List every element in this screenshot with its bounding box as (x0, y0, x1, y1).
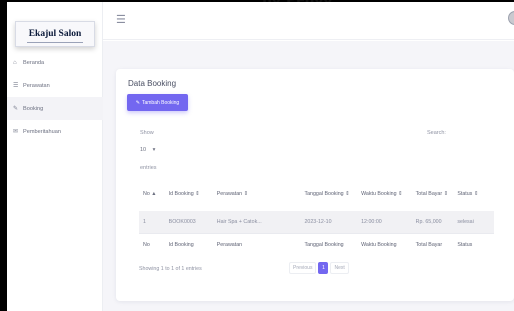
table-row[interactable]: 1 BOOK0003 Hair Spa + Catok... 2023-12-1… (139, 211, 494, 233)
sidebar-item-pemberitahuan[interactable]: ✉ Pemberitahuan (7, 120, 103, 143)
sidebar-item-label: Perawatan (23, 82, 50, 89)
pen-icon: ✎ (13, 106, 19, 112)
sidebar-item-perawatan[interactable]: ☰ Perawatan (7, 74, 103, 97)
entries-length-value: 10 (140, 147, 147, 153)
pagination: Previous 1 Next (289, 262, 349, 274)
add-booking-button[interactable]: ✎ Tambah Booking (127, 94, 188, 111)
table-info: Showing 1 to 1 of 1 entries (139, 266, 202, 272)
previous-page-button[interactable]: Previous (289, 262, 317, 274)
next-page-button[interactable]: Next (330, 262, 349, 274)
list-icon: ☰ (13, 83, 19, 89)
footer-total-bayar: Total Bayar (411, 232, 454, 257)
cell-id-booking: BOOK0003 (164, 211, 213, 233)
footer-waktu-booking: Waktu Booking (357, 232, 412, 257)
sidebar-item-label: Beranda (23, 59, 45, 66)
footer-status: Status (453, 232, 494, 257)
topbar: ☰ (103, 2, 514, 40)
add-booking-label: Tambah Booking (141, 99, 180, 106)
cell-perawatan: Hair Spa + Catok... (212, 211, 301, 233)
footer-tanggal-booking: Tanggal Booking (300, 232, 358, 257)
sidebar-item-beranda[interactable]: ⌂ Beranda (7, 51, 103, 74)
menu-icon[interactable]: ☰ (116, 13, 126, 26)
search-label: Search: (427, 130, 446, 136)
column-header-tanggal-booking[interactable]: Tanggal Booking ⇕ (300, 177, 357, 211)
page-title: Data Booking (128, 79, 177, 88)
footer-id-booking: Id Booking (164, 232, 213, 257)
pen-icon: ✎ (135, 99, 140, 106)
column-header-status[interactable]: Status ⇕ (453, 177, 494, 211)
cell-no: 1 (139, 211, 165, 233)
cell-status: selesai (453, 211, 494, 233)
footer-perawatan: Perawatan (212, 232, 301, 257)
window-frame-left (0, 0, 7, 311)
table-footer-row: No Id Booking Perawatan Tanggal Booking … (139, 232, 494, 257)
page-1-button[interactable]: 1 (318, 262, 329, 274)
entries-label: entries (140, 165, 157, 171)
column-header-id-booking[interactable]: Id Booking ⇕ (165, 177, 213, 211)
column-header-no[interactable]: No ▲ (139, 177, 165, 211)
column-header-perawatan[interactable]: Perawatan ⇕ (213, 177, 301, 211)
cell-total-bayar: Rp. 65,000 (411, 211, 454, 233)
booking-table: No ▲ Id Booking ⇕ Perawatan ⇕ Tanggal Bo… (139, 177, 494, 257)
brand-name: Ekajul Salon (28, 29, 82, 39)
table-header-row: No ▲ Id Booking ⇕ Perawatan ⇕ Tanggal Bo… (139, 177, 494, 211)
sidebar-item-booking[interactable]: ✎ Booking (7, 97, 103, 120)
avatar[interactable] (508, 11, 514, 25)
home-icon: ⌂ (13, 59, 17, 66)
chevron-down-icon: ▾ (152, 147, 156, 153)
column-header-total-bayar[interactable]: Total Bayar ⇕ (412, 177, 454, 211)
column-header-waktu-booking[interactable]: Waktu Booking ⇕ (357, 177, 412, 211)
footer-no: No (139, 232, 165, 257)
brand-underline (27, 42, 83, 43)
mail-icon: ✉ (13, 129, 19, 135)
cell-tanggal-booking: 2023-12-10 (300, 211, 358, 233)
sidebar: Ekajul Salon ⌂ Beranda ☰ Perawatan ✎ Boo… (7, 2, 103, 311)
sidebar-item-label: Pemberitahuan (23, 128, 61, 135)
sidebar-nav: ⌂ Beranda ☰ Perawatan ✎ Booking ✉ Pember… (7, 51, 103, 143)
sidebar-item-label: Booking (23, 105, 44, 112)
booking-card: Data Booking ✎ Tambah Booking Show 10 ▾ … (116, 69, 514, 301)
brand-logo[interactable]: Ekajul Salon (15, 21, 95, 47)
cell-waktu-booking: 12:00:00 (357, 211, 412, 233)
entries-length-select[interactable]: 10 ▾ (140, 147, 155, 153)
show-label: Show (140, 130, 154, 136)
